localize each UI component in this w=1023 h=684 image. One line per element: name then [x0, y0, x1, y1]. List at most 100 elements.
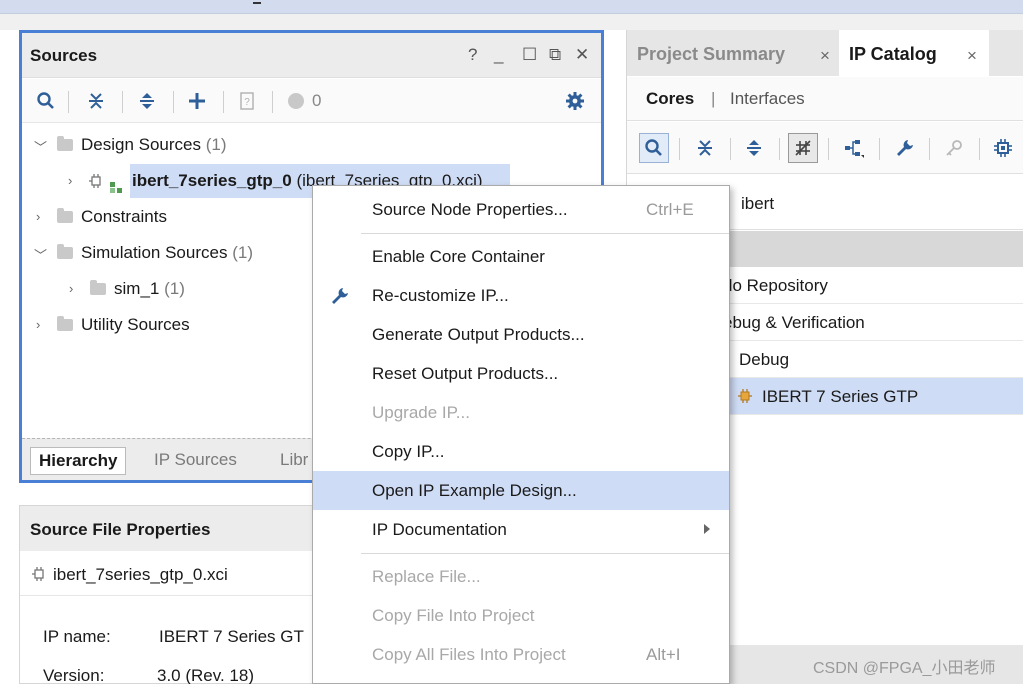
hierarchy-icon[interactable] — [839, 133, 869, 163]
menu-item-generate-output-products[interactable]: Generate Output Products... — [313, 315, 729, 354]
add-sources-icon[interactable] — [185, 89, 209, 113]
toolbar-separator — [879, 138, 880, 160]
collapse-all-icon[interactable] — [84, 89, 108, 113]
catalog-view-tabs: Cores | Interfaces — [627, 77, 1023, 121]
menu-item-source-node-properties[interactable]: Source Node Properties... Ctrl+E — [313, 190, 729, 229]
tree-label-design-sources: Design Sources (1) — [81, 135, 227, 154]
tab-separator: | — [711, 89, 716, 108]
menu-separator — [361, 553, 729, 554]
collapse-all-icon[interactable] — [690, 133, 720, 163]
tree-label-utility-sources: Utility Sources — [81, 315, 190, 334]
wrench-icon — [330, 286, 350, 311]
menu-item-copy-file-into-project: Copy File Into Project — [372, 606, 535, 625]
folder-icon — [57, 316, 73, 331]
sfp-file-name: ibert_7series_gtp_0.xci — [53, 565, 228, 584]
chevron-right-icon[interactable]: › — [36, 209, 40, 224]
sources-toolbar: ? 0 — [22, 79, 601, 123]
chevron-down-icon[interactable]: ﹀ — [34, 245, 47, 264]
catalog-search-input[interactable]: ibert — [741, 194, 774, 214]
toolbar-separator — [779, 138, 780, 160]
menu-item-upgrade-ip: Upgrade IP... — [372, 403, 470, 422]
toolbar-separator — [68, 91, 69, 113]
gear-icon[interactable] — [563, 89, 587, 113]
help-button[interactable]: ? — [468, 45, 477, 65]
sfp-ip-name-key: IP name: — [43, 627, 111, 646]
toolbar-separator — [679, 138, 680, 160]
sfp-title-bar: Source File Properties — [20, 506, 318, 551]
sources-title: Sources — [30, 46, 98, 65]
tab-ip-sources[interactable]: IP Sources — [146, 447, 245, 475]
close-tab-icon[interactable]: × — [967, 46, 977, 66]
expand-all-icon[interactable] — [135, 89, 159, 113]
hierarchy-status-icon — [110, 179, 124, 199]
chevron-right-icon[interactable]: › — [69, 281, 73, 296]
watermark: CSDN @FPGA_小田老师 — [813, 660, 996, 677]
float-button[interactable]: ⧉ — [549, 45, 561, 65]
sfp-file-line: ibert_7series_gtp_0.xci — [20, 552, 318, 596]
ip-core-icon — [737, 388, 753, 409]
menu-item-replace-file: Replace File... — [372, 567, 481, 586]
folder-icon — [90, 280, 106, 295]
menu-separator — [361, 233, 729, 234]
close-tab-icon[interactable]: × — [820, 46, 830, 66]
menu-item-reset-output-products[interactable]: Reset Output Products... — [313, 354, 729, 393]
ip-core-icon — [31, 566, 47, 587]
ip-core-icon — [88, 173, 104, 194]
toolbar-separator — [730, 138, 731, 160]
wrench-icon[interactable] — [890, 133, 920, 163]
svg-text:?: ? — [244, 97, 250, 108]
window-top-strip — [0, 0, 1023, 14]
menu-item-ip-documentation[interactable]: IP Documentation — [313, 510, 729, 549]
menu-item-recustomize-ip[interactable]: Re-customize IP... — [313, 276, 729, 315]
status-count: 0 — [312, 91, 322, 110]
sources-title-bar: Sources ? _ ☐ ⧉ ✕ — [22, 33, 601, 78]
document-tabs: Project Summary × IP Catalog × — [627, 30, 1023, 76]
catalog-toolbar — [627, 122, 1023, 174]
minimize-button[interactable]: _ — [494, 45, 503, 65]
toolbar-separator — [272, 91, 273, 113]
toolbar-separator — [979, 138, 980, 160]
expand-all-icon[interactable] — [739, 133, 769, 163]
sfp-version-value: 3.0 (Rev. 18) — [157, 666, 255, 684]
catalog-row-label: ebug & Verification — [723, 313, 865, 332]
tab-interfaces[interactable]: Interfaces — [730, 89, 805, 109]
toolbar-separator — [223, 91, 224, 113]
menu-item-open-ip-example-design[interactable]: Open IP Example Design... — [313, 471, 729, 510]
layout-gutter — [0, 14, 1023, 30]
sfp-ip-name-value: IBERT 7 Series GT — [159, 627, 304, 646]
tree-row-design-sources[interactable]: ﹀ Design Sources (1) — [22, 128, 601, 162]
chevron-down-icon[interactable]: ﹀ — [34, 137, 47, 156]
menu-item-enable-core-container[interactable]: Enable Core Container — [313, 237, 729, 276]
toolbar-separator — [828, 138, 829, 160]
top-strip-mark — [253, 0, 261, 4]
sfp-title: Source File Properties — [30, 520, 211, 539]
tab-project-summary[interactable]: Project Summary × — [627, 30, 839, 76]
chip-icon[interactable] — [988, 133, 1018, 163]
catalog-row-label: IBERT 7 Series GTP — [762, 387, 919, 406]
chevron-right-icon[interactable]: › — [68, 173, 72, 188]
folder-icon — [57, 244, 73, 259]
chevron-right-icon[interactable]: › — [36, 317, 40, 332]
tab-cores[interactable]: Cores — [646, 89, 694, 109]
tab-hierarchy[interactable]: Hierarchy — [30, 447, 127, 475]
toolbar-separator — [929, 138, 930, 160]
unknown-file-icon[interactable]: ? — [235, 89, 259, 113]
tab-ip-catalog[interactable]: IP Catalog × — [839, 30, 989, 76]
status-dot-icon — [284, 89, 308, 113]
maximize-button[interactable]: ☐ — [522, 45, 537, 65]
submenu-arrow-icon — [703, 522, 711, 540]
close-panel-button[interactable]: ✕ — [575, 45, 589, 65]
tree-label-constraints: Constraints — [81, 207, 167, 226]
search-icon[interactable] — [639, 133, 669, 163]
sfp-version-key: Version: — [43, 666, 105, 684]
key-icon[interactable] — [939, 133, 969, 163]
toolbar-separator — [173, 91, 174, 113]
search-icon[interactable] — [34, 89, 58, 113]
filter-toggle-icon[interactable] — [788, 133, 818, 163]
folder-icon — [57, 208, 73, 223]
tree-label-sim-1: sim_1 (1) — [114, 279, 185, 298]
context-menu: Source Node Properties... Ctrl+E Enable … — [312, 185, 730, 684]
toolbar-separator — [122, 91, 123, 113]
menu-item-copy-ip[interactable]: Copy IP... — [313, 432, 729, 471]
tab-libraries[interactable]: Libr — [272, 447, 316, 475]
